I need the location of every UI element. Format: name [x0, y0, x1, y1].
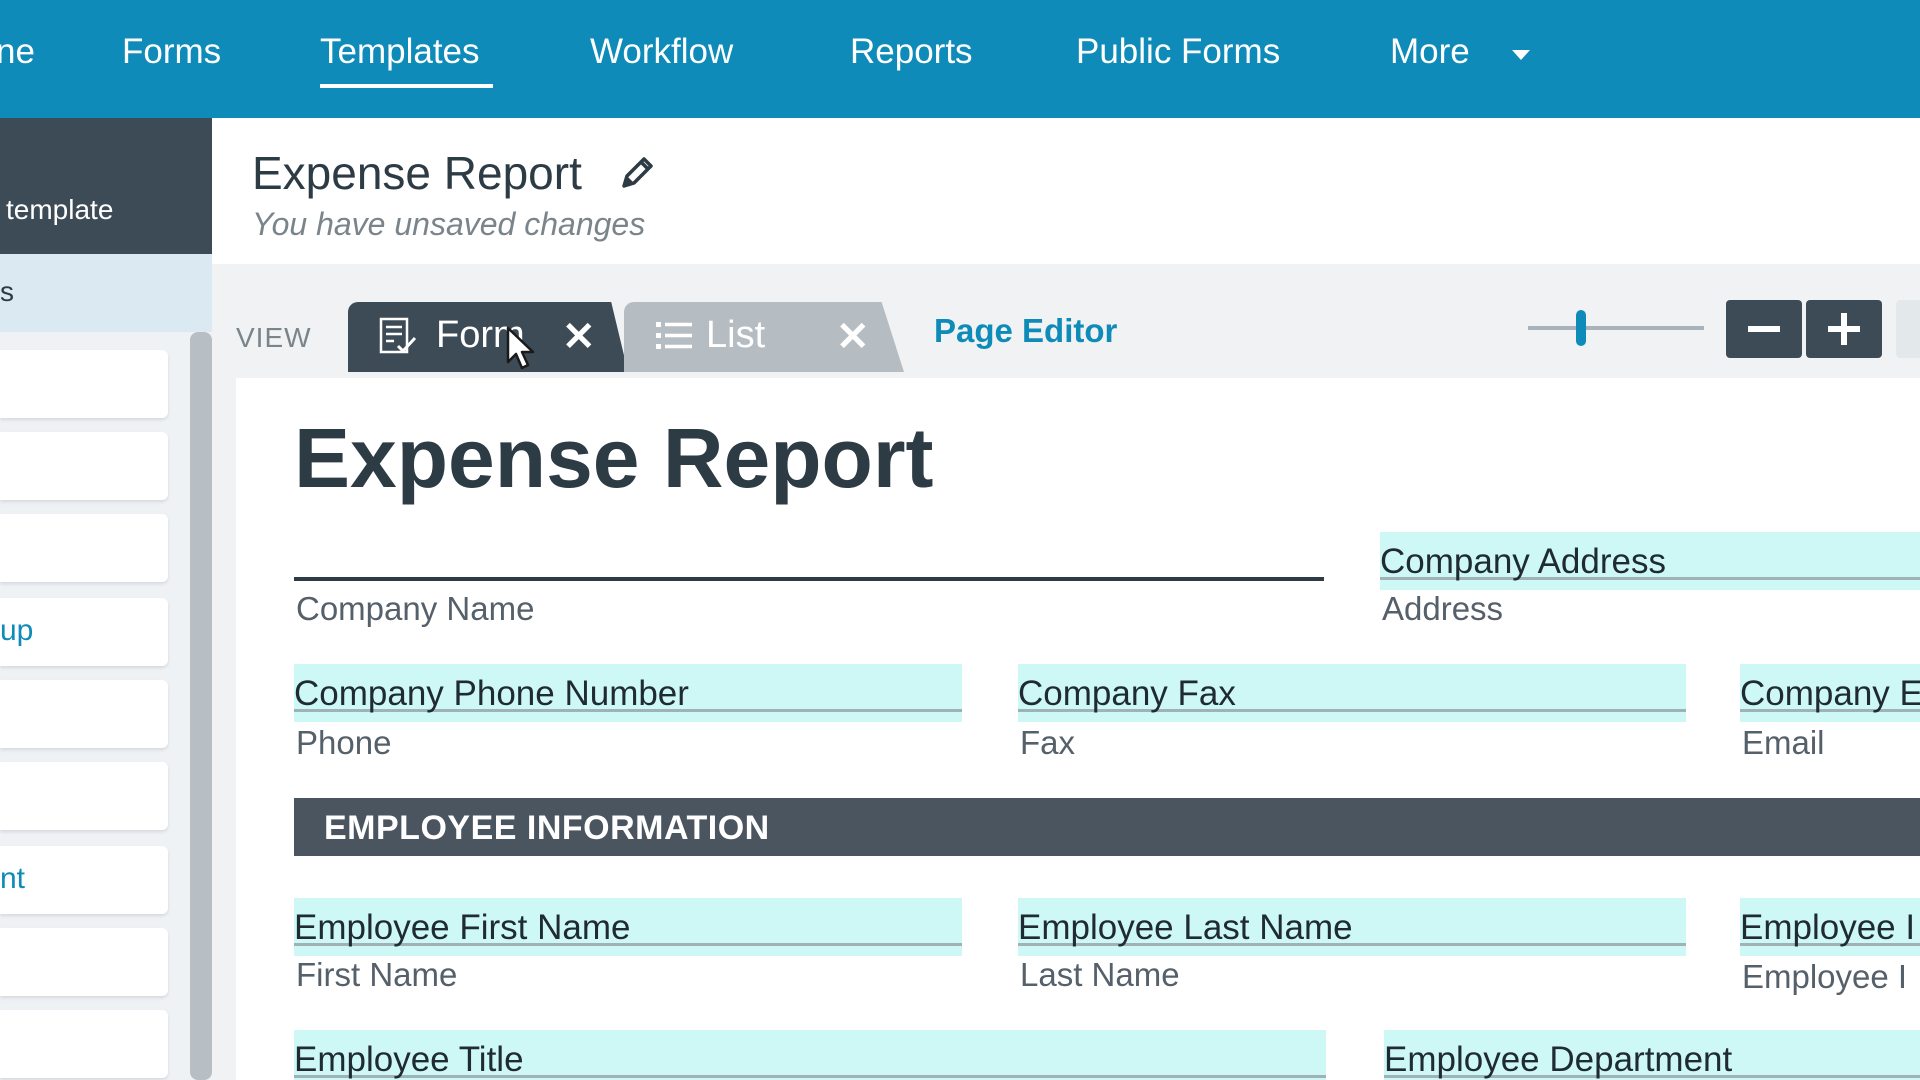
close-icon[interactable]: ✕	[836, 314, 870, 360]
sidebar-selected-label: s	[0, 276, 14, 307]
sidebar-card[interactable]	[0, 1010, 168, 1078]
nav-item-reports[interactable]: Reports	[850, 32, 973, 72]
sidebar-card-label: up	[0, 614, 34, 647]
employee-department-value: Employee Department	[1384, 1040, 1733, 1079]
list-icon	[656, 322, 692, 349]
company-address-label: Address	[1382, 590, 1504, 627]
unsaved-changes-status: You have unsaved changes	[252, 206, 646, 242]
section-header-employee: EMPLOYEE INFORMATION	[294, 798, 1920, 856]
company-phone-value: Company Phone Number	[294, 674, 689, 713]
company-name-label: Company Name	[296, 590, 535, 627]
sidebar-card[interactable]	[0, 928, 168, 996]
nav-item-templates[interactable]: Templates	[320, 32, 480, 72]
plus-icon	[1828, 313, 1860, 345]
sidebar-card[interactable]	[0, 680, 168, 748]
sidebar-card[interactable]: nt	[0, 846, 168, 914]
chevron-down-icon[interactable]	[1512, 50, 1530, 60]
close-icon[interactable]: ✕	[562, 314, 596, 360]
sidebar-header-label: template	[6, 194, 114, 225]
nav-item-forms[interactable]: Forms	[122, 32, 221, 72]
nav-item-public-forms[interactable]: Public Forms	[1076, 32, 1280, 72]
nav-item-home[interactable]: ne	[0, 32, 35, 72]
sidebar-card-label: nt	[0, 862, 26, 895]
company-name-line[interactable]	[294, 577, 1324, 581]
zoom-slider[interactable]	[1528, 326, 1704, 330]
sidebar-selected-item[interactable]: s	[0, 254, 212, 332]
nav-item-more[interactable]: More	[1390, 32, 1470, 72]
company-fax-value: Company Fax	[1018, 674, 1236, 713]
active-tab-underline	[320, 84, 493, 88]
company-address-value: Company Address	[1380, 542, 1666, 581]
page-editor-link[interactable]: Page Editor	[934, 312, 1117, 350]
toolbar-extra-button[interactable]	[1896, 300, 1920, 358]
sidebar-card[interactable]	[0, 762, 168, 830]
form-title: Expense Report	[294, 411, 934, 505]
section-title: EMPLOYEE INFORMATION	[324, 809, 770, 847]
view-label: VIEW	[236, 322, 312, 353]
sidebar-card[interactable]	[0, 350, 168, 418]
employee-last-name-value: Employee Last Name	[1018, 908, 1353, 947]
sidebar-card[interactable]: up	[0, 598, 168, 666]
employee-id-value: Employee I	[1740, 908, 1916, 947]
company-email-value: Company E	[1740, 674, 1920, 713]
zoom-out-button[interactable]	[1726, 300, 1802, 358]
sidebar-header[interactable]: template	[0, 118, 212, 254]
employee-last-name-label: Last Name	[1020, 956, 1180, 993]
pencil-icon[interactable]	[618, 152, 658, 192]
employee-first-name-label: First Name	[296, 956, 458, 993]
sidebar-scrollbar[interactable]	[190, 332, 212, 1080]
minus-icon	[1748, 326, 1780, 332]
sidebar-card[interactable]	[0, 432, 168, 500]
company-phone-label: Phone	[296, 724, 392, 761]
employee-first-name-value: Employee First Name	[294, 908, 631, 947]
top-nav-bar: ne Forms Templates Workflow Reports Publ…	[0, 0, 1920, 118]
employee-title-value: Employee Title	[294, 1040, 524, 1079]
zoom-slider-handle[interactable]	[1575, 310, 1586, 346]
tab-list-label: List	[706, 314, 766, 356]
sidebar-card[interactable]	[0, 514, 168, 582]
zoom-in-button[interactable]	[1806, 300, 1882, 358]
form-check-icon	[379, 317, 417, 354]
company-fax-label: Fax	[1020, 724, 1076, 761]
template-title: Expense Report	[252, 147, 582, 199]
employee-id-label: Employee I	[1742, 958, 1908, 995]
company-email-label: Email	[1742, 724, 1825, 761]
nav-item-workflow[interactable]: Workflow	[590, 32, 733, 72]
mouse-cursor-icon	[506, 326, 535, 370]
